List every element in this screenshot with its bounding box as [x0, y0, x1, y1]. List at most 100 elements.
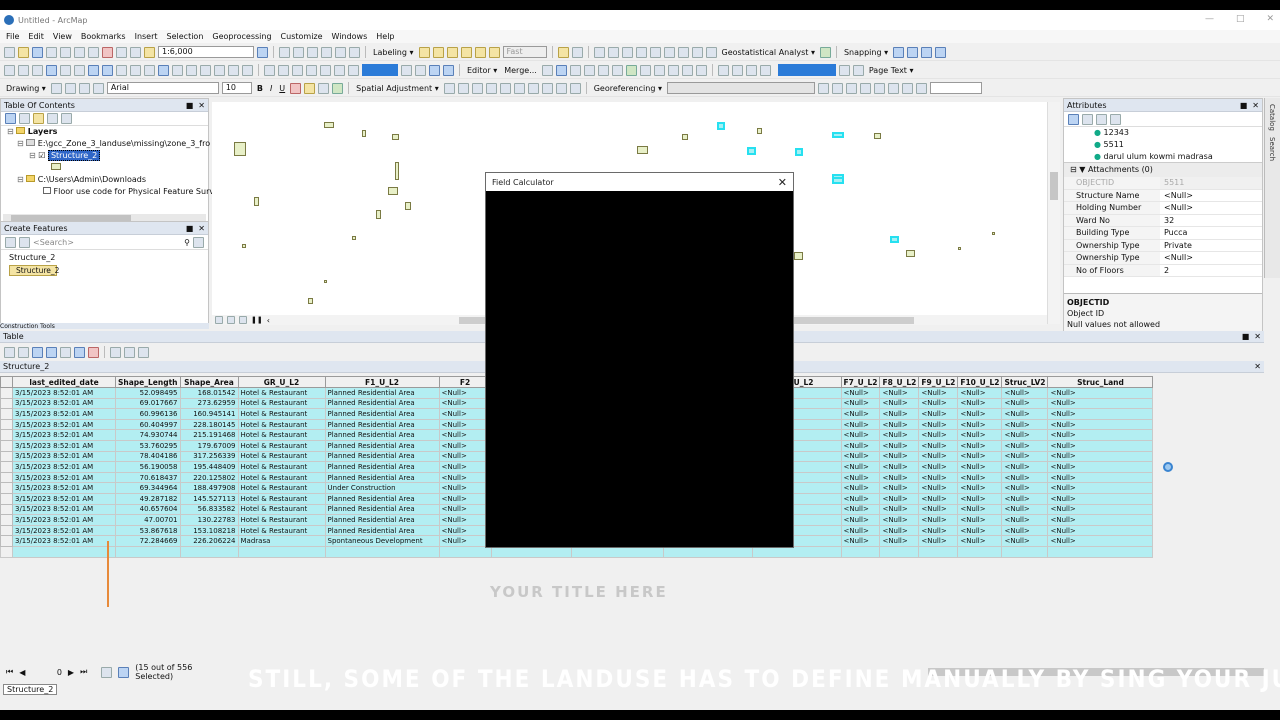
table-cell[interactable]: 215.191468 [179, 429, 239, 441]
map-parcel[interactable] [717, 122, 725, 130]
table-cell[interactable]: 3/15/2023 8:52:01 AM [12, 492, 116, 505]
search-window-icon[interactable] [307, 46, 318, 58]
table-cell[interactable]: <Null> [840, 439, 881, 452]
cf-close-icon[interactable]: ✕ [198, 224, 205, 233]
table-cell[interactable]: <Null> [957, 514, 1003, 526]
table-cell[interactable]: <Null> [879, 492, 920, 505]
open-icon[interactable] [18, 46, 29, 58]
cf-template-item[interactable]: Structure_2 [9, 265, 59, 276]
table-cell[interactable]: Hotel & Restaurant [237, 514, 326, 526]
table-cell[interactable]: Planned Residential Area [324, 450, 440, 463]
snapping-menu[interactable]: Snapping ▾ [842, 48, 890, 57]
table-cell[interactable]: 273.62959 [179, 397, 239, 410]
table-cell[interactable]: <Null> [840, 524, 881, 537]
html-popup-icon[interactable] [186, 64, 197, 76]
topo-e-icon[interactable] [320, 64, 331, 76]
table-cell[interactable]: <Null> [438, 387, 492, 399]
maximize-icon[interactable]: □ [1236, 14, 1245, 24]
attr-options-icon[interactable] [1110, 114, 1121, 125]
table-cell[interactable]: 52.098495 [115, 387, 181, 399]
clear-selection-icon[interactable] [130, 64, 141, 76]
print-icon[interactable] [46, 46, 57, 58]
attributes-icon[interactable] [667, 64, 679, 76]
geostatistical-analyst-menu[interactable]: Geostatistical Analyst ▾ [720, 48, 817, 57]
copy-icon[interactable] [74, 46, 85, 58]
table-cell[interactable]: 53.760295 [115, 439, 181, 452]
table-cell[interactable]: <Null> [957, 408, 1003, 420]
map-parcel[interactable] [637, 146, 648, 154]
table-cell[interactable]: <Null> [918, 514, 959, 526]
time-slider-icon[interactable] [242, 64, 253, 76]
table-cell[interactable]: 179.67009 [179, 439, 239, 452]
table-corner[interactable] [0, 376, 13, 388]
table-cell[interactable]: <Null> [1047, 492, 1154, 505]
zoom-out-icon[interactable] [18, 64, 29, 76]
sketch-props-icon[interactable] [681, 64, 693, 76]
column-header[interactable]: GR_U_L2 [237, 376, 326, 388]
map-parcel[interactable] [395, 162, 399, 180]
vertex-snap-icon[interactable] [921, 46, 933, 58]
show-all-records-icon[interactable] [101, 666, 113, 678]
topo-k-icon[interactable] [443, 64, 454, 76]
label-weight-icon[interactable] [446, 46, 458, 58]
table-cell[interactable]: 3/15/2023 8:52:01 AM [12, 387, 116, 399]
map-parcel[interactable] [958, 247, 961, 250]
table-cell[interactable]: 3/15/2023 8:52:01 AM [12, 439, 116, 452]
map-parcel[interactable] [254, 197, 259, 206]
attr-close-icon[interactable]: ✕ [1252, 101, 1259, 110]
table-cell[interactable]: 3/15/2023 8:52:01 AM [12, 482, 116, 494]
attribute-value[interactable]: 2 [1160, 264, 1262, 276]
table-cell[interactable]: Planned Residential Area [324, 387, 440, 399]
tool-a-icon[interactable] [593, 46, 605, 58]
row-selector[interactable] [0, 503, 13, 516]
show-selected-records-icon[interactable] [118, 666, 130, 678]
view-unplaced-icon[interactable] [488, 46, 500, 58]
row-selector[interactable] [0, 450, 13, 463]
attr-layers-icon[interactable] [1082, 114, 1093, 125]
sa-e-icon[interactable] [499, 82, 511, 94]
add-data-icon[interactable] [144, 46, 155, 58]
table-cell[interactable]: Hotel & Restaurant [237, 408, 326, 420]
edge-snap-icon[interactable] [935, 46, 947, 58]
tool-h-icon[interactable] [691, 46, 703, 58]
toc-options-icon[interactable] [61, 113, 72, 124]
topo-b-icon[interactable] [278, 64, 289, 76]
select-elements-icon[interactable] [144, 64, 155, 76]
organize-templates-icon[interactable] [5, 236, 16, 248]
table-cell[interactable]: <Null> [1047, 450, 1154, 463]
cut-polygon-icon[interactable] [639, 64, 651, 76]
pause-draw-icon[interactable]: ❚❚ [251, 316, 263, 324]
table-cell[interactable]: <Null> [438, 461, 492, 473]
table-cell[interactable]: <Null> [438, 535, 492, 547]
sketch-tool-icon[interactable] [555, 64, 567, 76]
column-header[interactable]: F10_U_L2 [957, 376, 1003, 388]
color-swatch[interactable] [362, 64, 398, 76]
table-cell[interactable]: Planned Residential Area [324, 397, 440, 410]
menu-customize[interactable]: Customize [281, 32, 323, 41]
feature-item[interactable]: ● 5511 [1094, 139, 1262, 151]
table-cell[interactable]: <Null> [957, 535, 1003, 547]
row-selector[interactable] [0, 514, 13, 526]
menu-selection[interactable]: Selection [167, 32, 204, 41]
table-cell[interactable]: <Null> [1047, 418, 1154, 431]
georef-extra-combo[interactable] [929, 82, 982, 94]
attribute-row[interactable]: OBJECTID 5511 [1064, 177, 1262, 190]
point-snap-icon[interactable] [893, 46, 905, 58]
table-cell[interactable]: 145.527113 [179, 492, 239, 505]
topo-c-icon[interactable] [292, 64, 303, 76]
table-cell[interactable]: Hotel & Restaurant [237, 418, 326, 431]
spatial-adjustment-menu[interactable]: Spatial Adjustment ▾ [354, 84, 441, 93]
list-by-drawing-order-icon[interactable] [5, 113, 16, 124]
table-cell[interactable]: 168.01542 [179, 387, 239, 399]
straight-segment-icon[interactable] [569, 64, 581, 76]
marker-color-icon[interactable] [332, 82, 344, 94]
refresh-icon[interactable] [239, 316, 247, 324]
delete-icon[interactable] [102, 46, 113, 58]
table-cell[interactable]: <Null> [957, 418, 1003, 431]
attribute-row[interactable]: No of Floors 2 [1064, 264, 1262, 277]
table-cell[interactable]: Hotel & Restaurant [237, 387, 326, 399]
table-cell[interactable]: <Null> [438, 450, 492, 463]
column-header[interactable]: Shape_Area [179, 376, 239, 388]
table-cell[interactable]: Hotel & Restaurant [237, 503, 326, 516]
table-cell[interactable]: 47.00701 [115, 514, 181, 526]
